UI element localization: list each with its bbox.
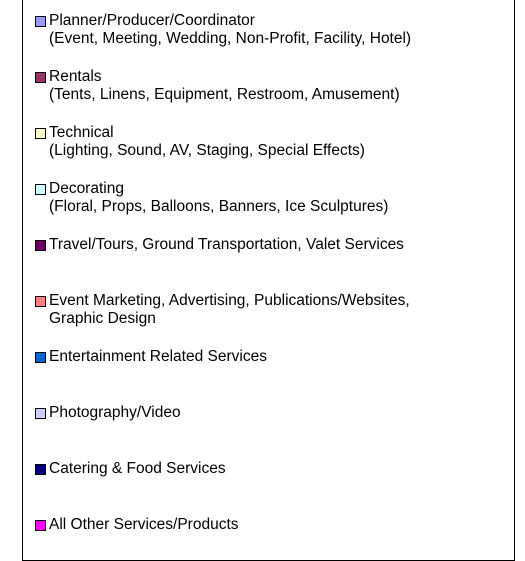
legend-swatch bbox=[35, 128, 46, 139]
legend-label: Decorating (Floral, Props, Balloons, Ban… bbox=[49, 180, 389, 215]
legend-swatch bbox=[35, 296, 46, 307]
legend-label: Catering & Food Services bbox=[49, 460, 226, 477]
legend-label: Technical (Lighting, Sound, AV, Staging,… bbox=[49, 124, 365, 159]
legend-label: Entertainment Related Services bbox=[49, 348, 267, 365]
legend-label: Travel/Tours, Ground Transportation, Val… bbox=[49, 236, 404, 253]
legend-entry: Decorating (Floral, Props, Balloons, Ban… bbox=[35, 180, 505, 216]
legend-entry: All Other Services/Products bbox=[35, 516, 505, 534]
legend-swatch bbox=[35, 72, 46, 83]
legend-entry: Entertainment Related Services bbox=[35, 348, 505, 366]
legend-swatch bbox=[35, 408, 46, 419]
legend-entry: Rentals (Tents, Linens, Equipment, Restr… bbox=[35, 68, 505, 104]
legend-swatch bbox=[35, 352, 46, 363]
legend-label: Planner/Producer/Coordinator (Event, Mee… bbox=[49, 12, 412, 47]
legend-entry: Technical (Lighting, Sound, AV, Staging,… bbox=[35, 124, 505, 160]
legend-label: Photography/Video bbox=[49, 404, 181, 421]
legend-entry: Catering & Food Services bbox=[35, 460, 505, 478]
legend-swatch bbox=[35, 184, 46, 195]
legend-entry: Event Marketing, Advertising, Publicatio… bbox=[35, 292, 505, 328]
legend-swatch bbox=[35, 240, 46, 251]
legend-swatch bbox=[35, 16, 46, 27]
legend-entry: Planner/Producer/Coordinator (Event, Mee… bbox=[35, 12, 505, 48]
legend-entry: Photography/Video bbox=[35, 404, 505, 422]
legend-label: All Other Services/Products bbox=[49, 516, 239, 533]
legend-label: Rentals (Tents, Linens, Equipment, Restr… bbox=[49, 68, 400, 103]
legend-swatch bbox=[35, 520, 46, 531]
legend-swatch bbox=[35, 464, 46, 475]
legend-entry: Travel/Tours, Ground Transportation, Val… bbox=[35, 236, 505, 254]
chart-legend: Planner/Producer/Coordinator (Event, Mee… bbox=[22, 0, 515, 561]
legend-label: Event Marketing, Advertising, Publicatio… bbox=[49, 292, 410, 327]
